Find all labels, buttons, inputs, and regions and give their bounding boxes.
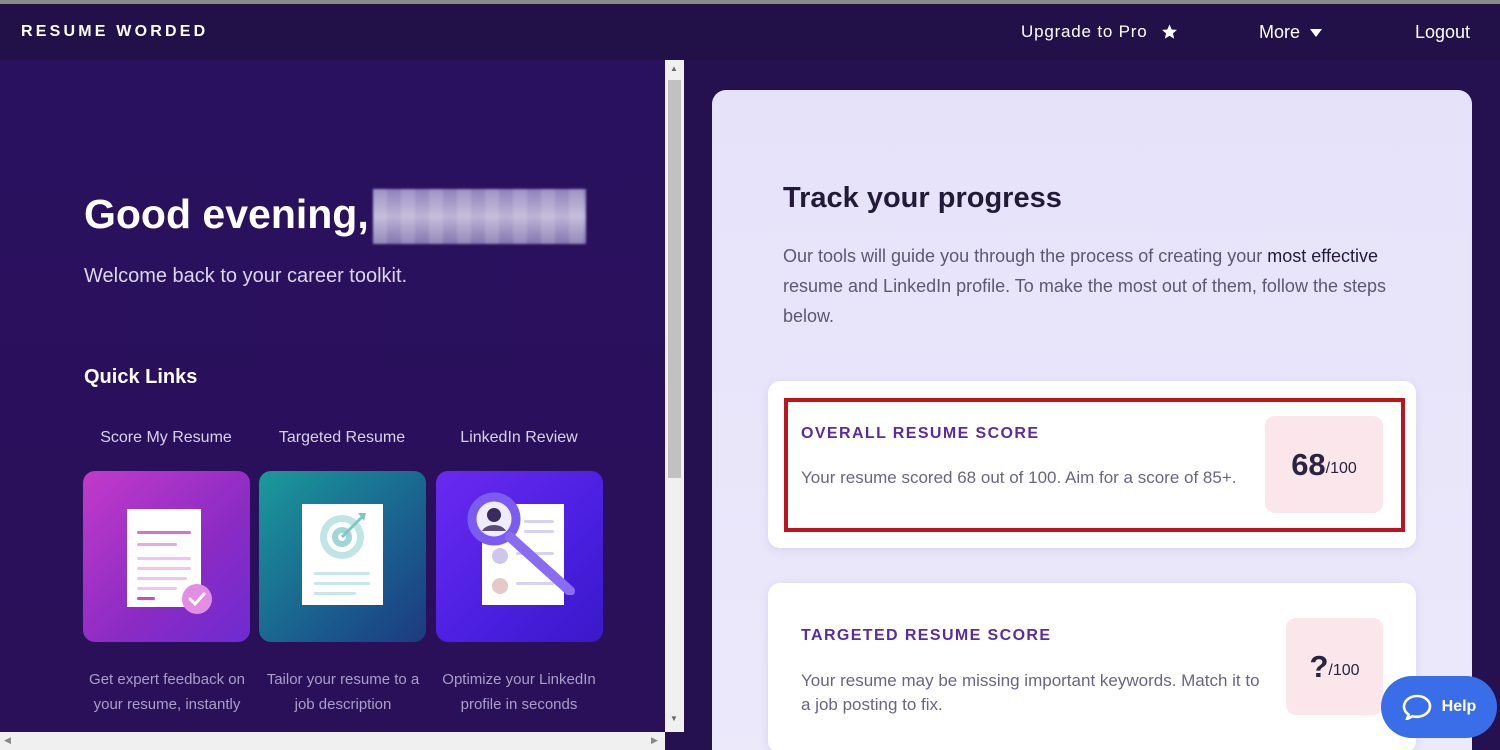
welcome-text: Welcome back to your career toolkit. [84,265,408,287]
quick-link-label-linkedin[interactable]: LinkedIn Review [435,429,603,447]
scroll-down-arrow-icon[interactable]: ▼ [670,714,678,723]
caret-down-icon [1310,28,1323,37]
overall-score-value: 68 [1291,446,1326,482]
star-icon [1161,24,1177,39]
brand-logo[interactable]: RESUME WORDED [21,23,208,41]
quick-link-desc-targeted: Tailor your resume to a job description [266,671,420,713]
quick-link-desc-linkedin: Optimize your LinkedIn profile in second… [442,671,596,713]
targeted-score-out-of: /100 [1328,661,1360,679]
logout-link[interactable]: Logout [1415,22,1470,43]
targeted-score-text: Your resume may be missing important key… [801,671,1260,714]
overall-score-text: Your resume scored 68 out of 100. Aim fo… [801,468,1237,487]
scroll-right-arrow-icon[interactable]: ▶ [651,735,658,746]
scroll-left-arrow-icon[interactable]: ◀ [4,735,11,746]
quick-link-label-targeted[interactable]: Targeted Resume [258,429,426,447]
targeted-score-value-box: ? /100 [1286,618,1383,715]
more-label: More [1259,22,1301,42]
score-my-resume-tile[interactable] [83,471,250,642]
more-menu-button[interactable]: More [1259,22,1323,43]
targeted-score-value: ? [1309,648,1329,684]
track-progress-title: Track your progress [783,182,1062,214]
overall-score-out-of: /100 [1325,459,1357,477]
targeted-score-label: TARGETED RESUME SCORE [801,627,1052,644]
quick-links-title: Quick Links [84,366,198,388]
chat-bubble-icon [1402,694,1431,720]
scrollbar-thumb[interactable] [668,80,681,478]
vertical-scrollbar[interactable]: ▲ ▼ [665,60,684,732]
target-document-icon [302,504,383,605]
magnifier-icon [467,492,575,595]
left-panel: Good evening, Welcome back to your caree… [0,60,665,732]
upgrade-label: Upgrade to Pro [1021,22,1148,41]
horizontal-scrollbar[interactable]: ◀ ▶ [0,732,665,750]
help-label: Help [1441,698,1477,715]
quick-link-label-score[interactable]: Score My Resume [82,429,250,447]
scroll-up-arrow-icon[interactable]: ▲ [670,64,678,73]
targeted-resume-tile[interactable] [259,471,426,642]
overall-score-label: OVERALL RESUME SCORE [801,425,1040,442]
target-icon [320,513,366,559]
checkmark-badge-icon [182,584,212,614]
greeting-heading: Good evening, [84,191,369,237]
top-navbar: RESUME WORDED Upgrade to Pro More Logout [0,4,1500,60]
track-progress-description: Our tools will guide you through the pro… [783,246,1386,326]
quick-link-desc-score: Get expert feedback on your resume, inst… [89,671,245,713]
overall-score-value-box: 68 /100 [1265,416,1383,513]
help-button[interactable]: Help [1381,676,1497,738]
linkedin-review-tile[interactable] [436,471,603,642]
upgrade-to-pro-link[interactable]: Upgrade to Pro [1021,22,1179,42]
redacted-user-name [373,189,586,244]
